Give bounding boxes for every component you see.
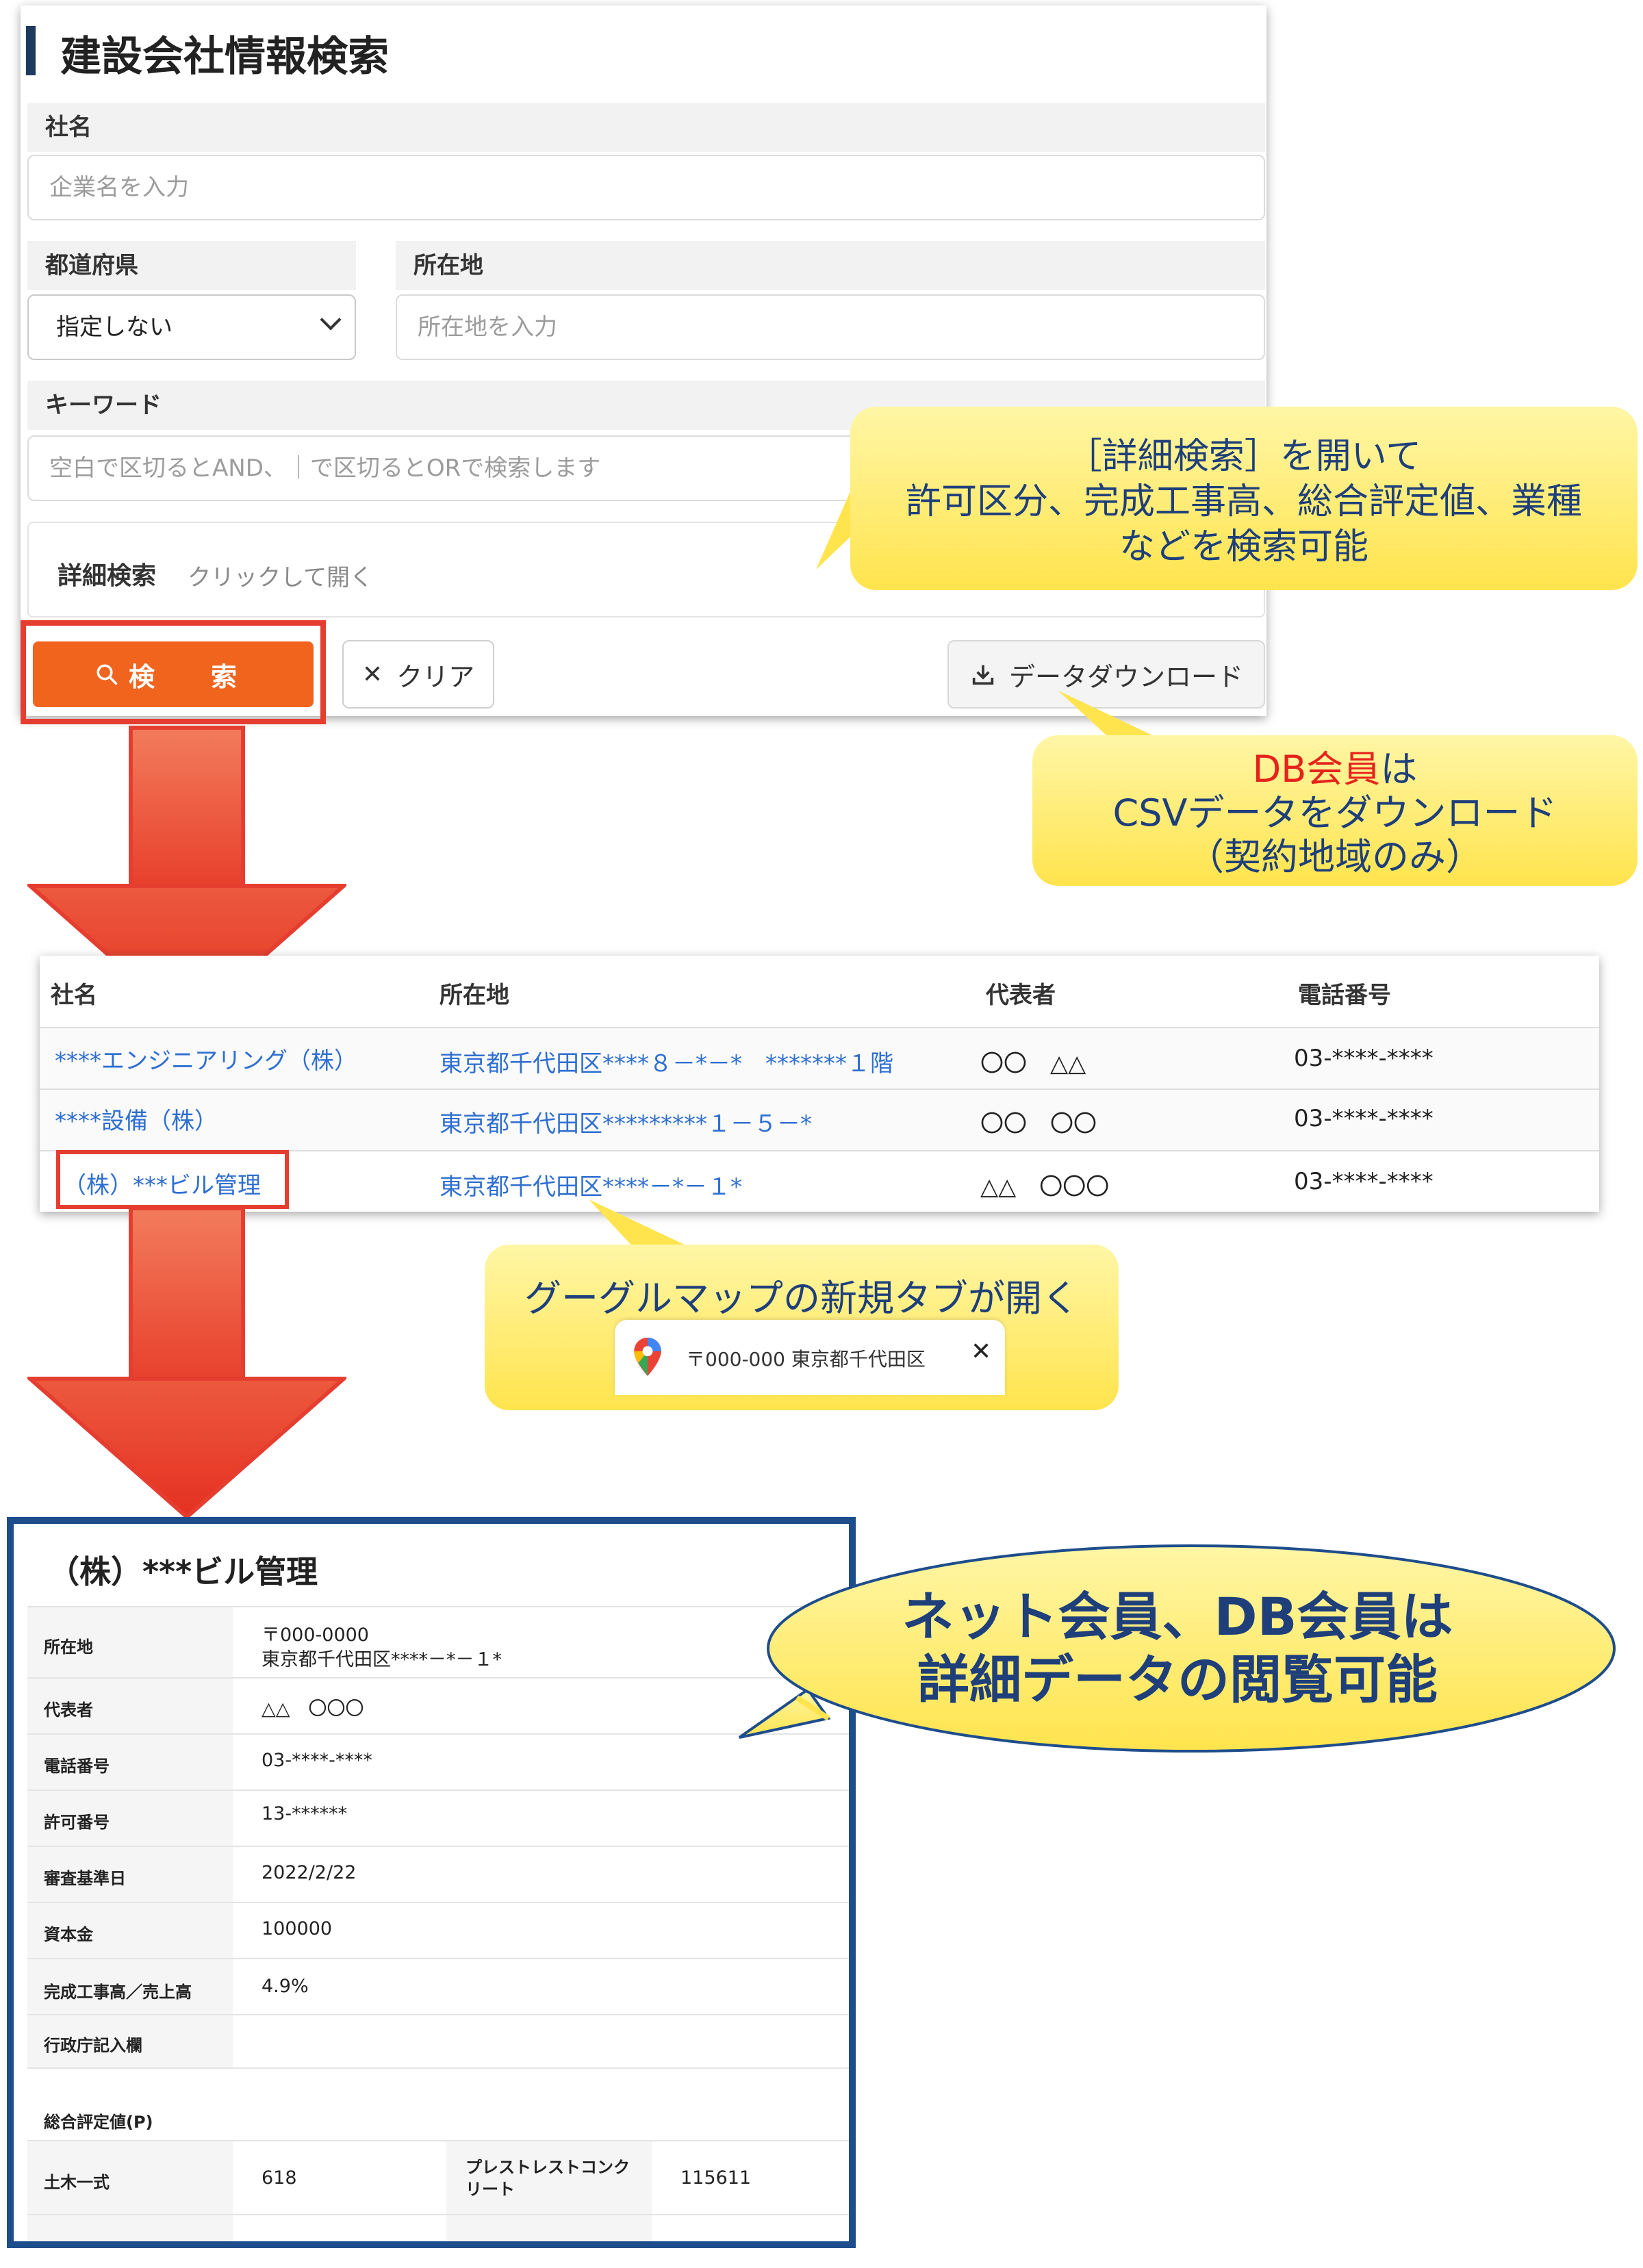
callout-map-text: グーグルマップの新規タブが開く xyxy=(524,1277,1079,1320)
detail-address-link[interactable]: 東京都千代田区****－*－１* xyxy=(262,1644,502,1671)
detail-label: 審査基準日 xyxy=(44,1869,126,1888)
browser-tab[interactable]: 〒000-000 東京都千代田区 ✕ xyxy=(615,1320,1005,1395)
callout-download-line3: （契約地域のみ） xyxy=(1187,835,1483,878)
address-label: 所在地 xyxy=(396,241,1265,290)
address-input[interactable]: 所在地を入力 xyxy=(396,294,1265,360)
callout-member-line1: ネット会員、DB会員は xyxy=(902,1586,1453,1647)
detail-title: （株）***ビル管理 xyxy=(48,1553,318,1590)
callout-detail-line3: などを検索可能 xyxy=(1119,526,1368,568)
title-accent-bar xyxy=(26,26,36,75)
chevron-down-icon xyxy=(320,309,342,331)
detail-value: 100000 xyxy=(262,1918,333,1939)
detail-label: 行政庁記入欄 xyxy=(44,2036,142,2055)
phone-cell: 03-****-**** xyxy=(1294,1168,1434,1195)
detail-value: 4.9% xyxy=(262,1976,309,1997)
detail-row-admin-note: 行政庁記入欄 xyxy=(27,2014,849,2069)
detail-label: 代表者 xyxy=(44,1700,93,1720)
col-header-address: 所在地 xyxy=(440,982,509,1009)
eval-label: 建築一式 xyxy=(44,2240,110,2241)
callout-detail-search: ［詳細検索］を開いて 許可区分、完成工事高、総合評定値、業種 などを検索可能 xyxy=(850,407,1638,590)
eval-label-cell xyxy=(446,2215,652,2241)
detail-label: 完成工事高／売上高 xyxy=(44,1983,192,2002)
callout-detail-line2: 許可区分、完成工事高、総合評定値、業種 xyxy=(905,481,1582,522)
detail-row-review-date: 審査基準日 2022/2/22 xyxy=(27,1846,849,1903)
search-button-label: 検 索 xyxy=(128,661,252,692)
detail-label: 許可番号 xyxy=(44,1813,110,1832)
representative-cell: 〇〇 〇〇 xyxy=(980,1110,1097,1138)
detail-value: 2022/2/22 xyxy=(262,1862,357,1883)
detail-row-capital: 資本金 100000 xyxy=(27,1902,849,1959)
eval-label: プレストレストコンクリート xyxy=(466,2158,630,2199)
representative-cell: △△ 〇〇〇 xyxy=(980,1173,1110,1201)
company-label: 社名 xyxy=(27,103,1265,152)
table-row: ****エンジニアリング（株） 東京都千代田区****８－*－* *******… xyxy=(40,1027,1599,1088)
page-title: 建設会社情報検索 xyxy=(60,33,389,81)
eval-row: 土木一式 618 プレストレストコンクリート 115611 xyxy=(27,2140,849,2215)
detail-value: 03-****-**** xyxy=(262,1750,372,1771)
callout-download: DB会員は CSVデータをダウンロード （契約地域のみ） xyxy=(1032,735,1638,886)
detail-value: 13-****** xyxy=(262,1803,348,1824)
detail-row-ratio: 完成工事高／売上高 4.9% xyxy=(27,1958,849,2015)
eval-value: 115611 xyxy=(680,2167,752,2189)
browser-tab-title: 〒000-000 東京都千代田区 xyxy=(686,1348,926,1371)
eval-label-cell xyxy=(27,2215,233,2241)
col-header-company: 社名 xyxy=(51,982,97,1009)
col-header-phone: 電話番号 xyxy=(1298,982,1391,1009)
clear-button[interactable]: ✕ クリア xyxy=(342,640,494,709)
detail-postal-code: 〒000-0000 xyxy=(262,1624,369,1646)
detail-row-license: 許可番号 13-****** xyxy=(27,1789,849,1847)
callout-detail-line1: ［詳細検索］を開いて xyxy=(1066,436,1422,477)
phone-cell: 03-****-**** xyxy=(1294,1105,1434,1132)
prefecture-select[interactable]: 指定しない xyxy=(27,294,356,360)
clear-button-label: クリア xyxy=(396,661,475,692)
prefecture-select-value: 指定しない xyxy=(56,314,173,341)
company-input[interactable]: 企業名を入力 xyxy=(27,155,1265,220)
search-icon xyxy=(97,664,118,685)
callout-map: グーグルマップの新規タブが開く 〒000-000 東京都千代田区 ✕ xyxy=(485,1245,1119,1410)
close-icon: ✕ xyxy=(361,660,383,689)
callout-download-line1-rest: は xyxy=(1380,748,1418,791)
callout-member-line2: 詳細データの閲覧可能 xyxy=(917,1649,1438,1710)
eval-row: 建築一式 大工 xyxy=(27,2214,849,2241)
google-maps-pin-icon xyxy=(634,1338,661,1376)
search-button[interactable]: 検 索 xyxy=(33,641,314,707)
company-link[interactable]: ****設備（株） xyxy=(55,1102,218,1136)
company-link[interactable]: ****エンジニアリング（株） xyxy=(55,1042,357,1075)
tab-close-icon[interactable]: ✕ xyxy=(971,1338,991,1366)
representative-cell: 〇〇 △△ xyxy=(980,1050,1086,1078)
callout-download-db-member: DB会員 xyxy=(1252,748,1381,791)
eval-value: 618 xyxy=(262,2167,297,2189)
eval-label: 大工 xyxy=(466,2240,498,2241)
detail-section-row: 総合評定値(P) xyxy=(27,2067,849,2141)
detail-section-title: 総合評定値(P) xyxy=(44,2113,153,2132)
callout-member-text: ネット会員、DB会員は 詳細データの閲覧可能 xyxy=(767,1585,1588,1711)
address-map-link[interactable]: 東京都千代田区*********１－５－* xyxy=(440,1105,812,1138)
detail-label: 所在地 xyxy=(44,1638,93,1657)
prefecture-label: 都道府県 xyxy=(27,241,356,290)
address-map-link[interactable]: 東京都千代田区****－*－１* xyxy=(440,1168,742,1201)
callout-download-line2: CSVデータをダウンロード xyxy=(1112,791,1557,834)
phone-cell: 03-****-**** xyxy=(1294,1045,1434,1072)
arrow-down-1-shaft xyxy=(129,726,245,890)
address-map-link[interactable]: 東京都千代田区****８－*－* *******１階 xyxy=(440,1045,893,1078)
detail-value: △△ 〇〇〇 xyxy=(262,1698,364,1720)
table-row: ****設備（株） 東京都千代田区*********１－５－* 〇〇 〇〇 03… xyxy=(40,1088,1599,1150)
arrow-down-2-head xyxy=(27,1377,346,1520)
detail-search-label: 詳細検索 xyxy=(58,562,157,590)
detail-label: 電話番号 xyxy=(44,1757,110,1776)
eval-label: 土木一式 xyxy=(44,2173,110,2192)
download-icon xyxy=(972,665,994,685)
detail-search-hint: クリックして開く xyxy=(188,564,373,591)
detail-label: 資本金 xyxy=(44,1925,93,1944)
arrow-down-2-shaft xyxy=(129,1206,245,1386)
col-header-representative: 代表者 xyxy=(986,982,1056,1009)
company-link-highlight xyxy=(56,1150,289,1209)
